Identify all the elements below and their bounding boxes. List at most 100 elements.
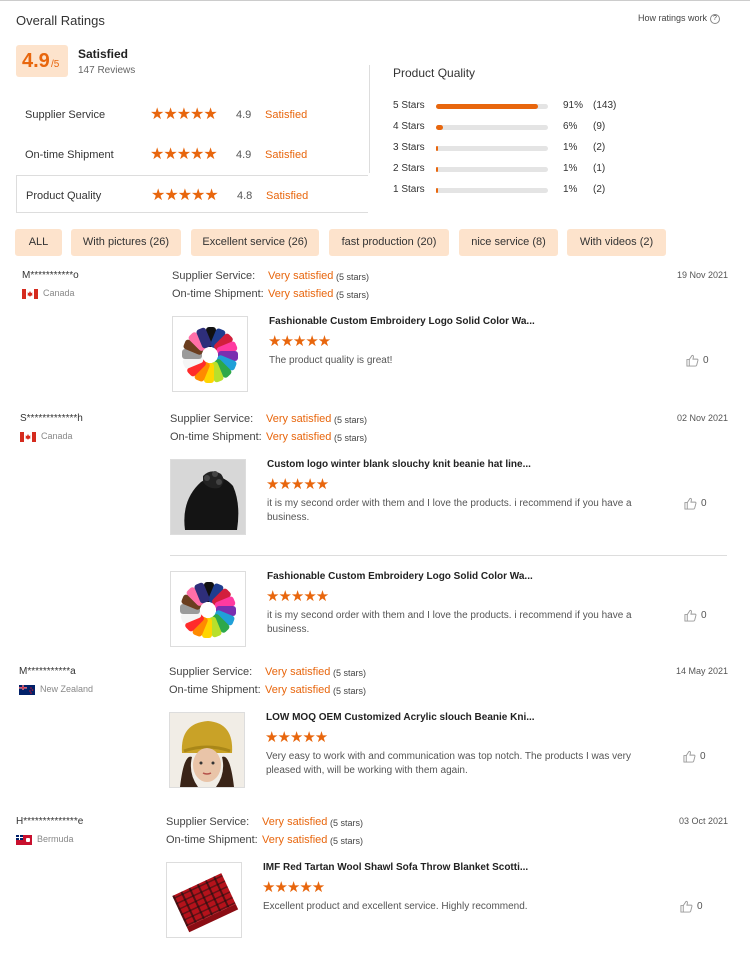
metrics-divider bbox=[369, 65, 370, 173]
review-star-rating-icon: ★★★★★ bbox=[262, 879, 325, 896]
thumbs-up-icon bbox=[684, 609, 701, 622]
product-thumbnail[interactable] bbox=[166, 862, 242, 938]
metric-on-time-shipment[interactable]: On-time Shipment ★★★★★ 4.9 Satisfied bbox=[16, 135, 368, 173]
review-date: 03 Oct 2021 bbox=[678, 816, 728, 826]
distribution-percent: 1% bbox=[563, 184, 578, 195]
distribution-percent: 1% bbox=[563, 142, 578, 153]
shipment-label: On-time Shipment: bbox=[170, 431, 262, 443]
distribution-count: (9) bbox=[593, 121, 606, 132]
country-flag-icon bbox=[22, 288, 38, 299]
star-rating-icon: ★★★★★ bbox=[150, 146, 218, 163]
distribution-bar-fill bbox=[436, 125, 443, 130]
like-count: 0 bbox=[703, 355, 709, 367]
reviewer-country: Canada bbox=[20, 431, 73, 442]
thumbs-up-icon bbox=[684, 497, 701, 510]
rating-distribution-row: 4 Stars 6% (9) bbox=[393, 121, 733, 135]
like-count: 0 bbox=[697, 901, 703, 913]
metric-status: Satisfied bbox=[265, 109, 308, 121]
distribution-bar-fill bbox=[436, 104, 538, 109]
satisfaction-stars: (5 stars) bbox=[330, 818, 364, 828]
review-text: Very easy to work with and communication… bbox=[266, 751, 631, 776]
country-name: Canada bbox=[41, 431, 73, 441]
distribution-percent: 91% bbox=[563, 100, 584, 111]
filter-chip[interactable]: Excellent service (26) bbox=[191, 229, 319, 256]
like-button[interactable]: 0 bbox=[683, 750, 706, 763]
distribution-bar-fill bbox=[436, 146, 438, 151]
supplier-service-label: Supplier Service: bbox=[172, 270, 256, 282]
review-text: it is my second order with them and I lo… bbox=[267, 610, 632, 635]
reviewer-name: H**************e bbox=[16, 816, 84, 827]
distribution-count: (2) bbox=[593, 142, 606, 153]
country-name: Bermuda bbox=[37, 834, 74, 844]
reviewer-country: Bermuda bbox=[16, 834, 74, 845]
review-star-rating-icon: ★★★★★ bbox=[266, 476, 329, 493]
product-name-link[interactable]: Fashionable Custom Embroidery Logo Solid… bbox=[269, 316, 535, 327]
top-divider bbox=[0, 0, 750, 1]
how-ratings-work-link[interactable]: How ratings work? bbox=[638, 13, 720, 24]
filter-chip[interactable]: nice service (8) bbox=[459, 229, 558, 256]
review-star-rating-icon: ★★★★★ bbox=[266, 588, 329, 605]
product-thumbnail[interactable] bbox=[169, 712, 245, 788]
satisfaction-value: Very satisfied bbox=[266, 431, 332, 443]
rating-distribution-row: 1 Stars 1% (2) bbox=[393, 184, 733, 198]
metric-status: Satisfied bbox=[265, 149, 308, 161]
satisfaction-value: Very satisfied bbox=[266, 413, 332, 425]
like-button[interactable]: 0 bbox=[684, 609, 707, 622]
filter-chip[interactable]: ALL bbox=[15, 229, 62, 256]
satisfaction-stars: (5 stars) bbox=[336, 272, 370, 282]
star-rating-icon: ★★★★★ bbox=[151, 187, 219, 204]
filter-chip[interactable]: With pictures (26) bbox=[71, 229, 181, 256]
like-button[interactable]: 0 bbox=[684, 497, 707, 510]
product-name-link[interactable]: Custom logo winter blank slouchy knit be… bbox=[267, 459, 531, 470]
filter-chip[interactable]: fast production (20) bbox=[329, 229, 449, 256]
satisfaction-value: Very satisfied bbox=[265, 666, 331, 678]
country-flag-icon bbox=[19, 684, 35, 695]
metric-product-quality[interactable]: Product Quality ★★★★★ 4.8 Satisfied bbox=[16, 175, 368, 213]
overall-score-max: /5 bbox=[51, 59, 60, 70]
review-date: 14 May 2021 bbox=[675, 666, 728, 676]
distribution-label: 4 Stars bbox=[393, 121, 425, 132]
filter-chip[interactable]: With videos (2) bbox=[567, 229, 666, 256]
overall-status: Satisfied bbox=[78, 47, 129, 61]
reviewer-country: Canada bbox=[22, 288, 75, 299]
product-name-link[interactable]: Fashionable Custom Embroidery Logo Solid… bbox=[267, 571, 533, 582]
satisfaction-value: Very satisfied bbox=[262, 834, 328, 846]
like-button[interactable]: 0 bbox=[686, 354, 709, 367]
rating-distribution-row: 2 Stars 1% (1) bbox=[393, 163, 733, 177]
review-count: 147 Reviews bbox=[78, 65, 136, 76]
satisfaction-stars: (5 stars) bbox=[330, 836, 364, 846]
overall-ratings-title: Overall Ratings bbox=[16, 13, 105, 28]
metric-supplier-service[interactable]: Supplier Service ★★★★★ 4.9 Satisfied bbox=[16, 95, 368, 133]
shipment-label: On-time Shipment: bbox=[172, 288, 264, 300]
supplier-service-label: Supplier Service: bbox=[166, 816, 250, 828]
product-thumbnail[interactable] bbox=[170, 459, 246, 535]
satisfaction-stars: (5 stars) bbox=[333, 686, 367, 696]
product-name-link[interactable]: LOW MOQ OEM Customized Acrylic slouch Be… bbox=[266, 712, 535, 723]
supplier-service-label: Supplier Service: bbox=[169, 666, 253, 678]
help-icon: ? bbox=[710, 13, 720, 24]
country-name: New Zealand bbox=[40, 684, 94, 694]
country-flag-icon bbox=[20, 431, 36, 442]
distribution-percent: 1% bbox=[563, 163, 578, 174]
satisfaction-stars: (5 stars) bbox=[334, 433, 368, 443]
overall-score-badge: 4.9 /5 bbox=[16, 45, 68, 77]
rating-distribution-row: 3 Stars 1% (2) bbox=[393, 142, 733, 156]
distribution-count: (1) bbox=[593, 163, 606, 174]
reviewer-name: M***********o bbox=[22, 270, 79, 281]
distribution-bar bbox=[436, 188, 548, 193]
distribution-bar-fill bbox=[436, 188, 438, 193]
metric-status: Satisfied bbox=[266, 190, 309, 202]
distribution-bar bbox=[436, 167, 548, 172]
distribution-bar bbox=[436, 146, 548, 151]
distribution-count: (2) bbox=[593, 184, 606, 195]
metric-label: On-time Shipment bbox=[25, 149, 114, 161]
product-name-link[interactable]: IMF Red Tartan Wool Shawl Sofa Throw Bla… bbox=[263, 862, 528, 873]
metric-value: 4.9 bbox=[236, 149, 252, 161]
distribution-label: 5 Stars bbox=[393, 100, 425, 111]
like-button[interactable]: 0 bbox=[680, 900, 703, 913]
reviewer-name: S*************h bbox=[20, 413, 83, 424]
product-thumbnail[interactable] bbox=[170, 571, 246, 647]
satisfaction-value: Very satisfied bbox=[262, 816, 328, 828]
distribution-label: 3 Stars bbox=[393, 142, 425, 153]
product-thumbnail[interactable] bbox=[172, 316, 248, 392]
